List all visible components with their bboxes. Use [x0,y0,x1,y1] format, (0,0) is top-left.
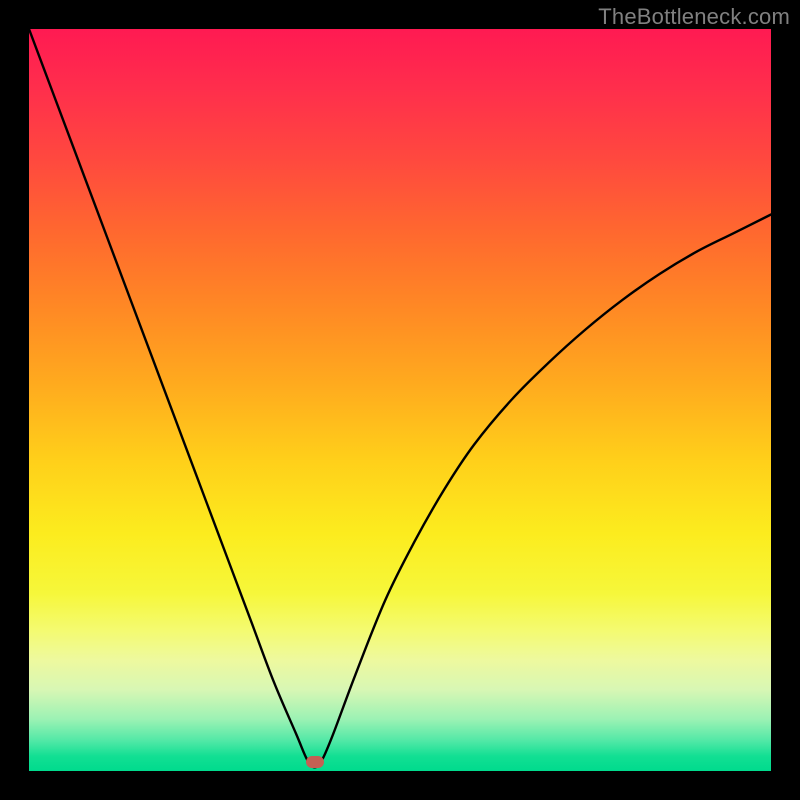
chart-frame: TheBottleneck.com [0,0,800,800]
plot-area [29,29,771,771]
gradient-background [29,29,771,771]
watermark-text: TheBottleneck.com [598,4,790,30]
